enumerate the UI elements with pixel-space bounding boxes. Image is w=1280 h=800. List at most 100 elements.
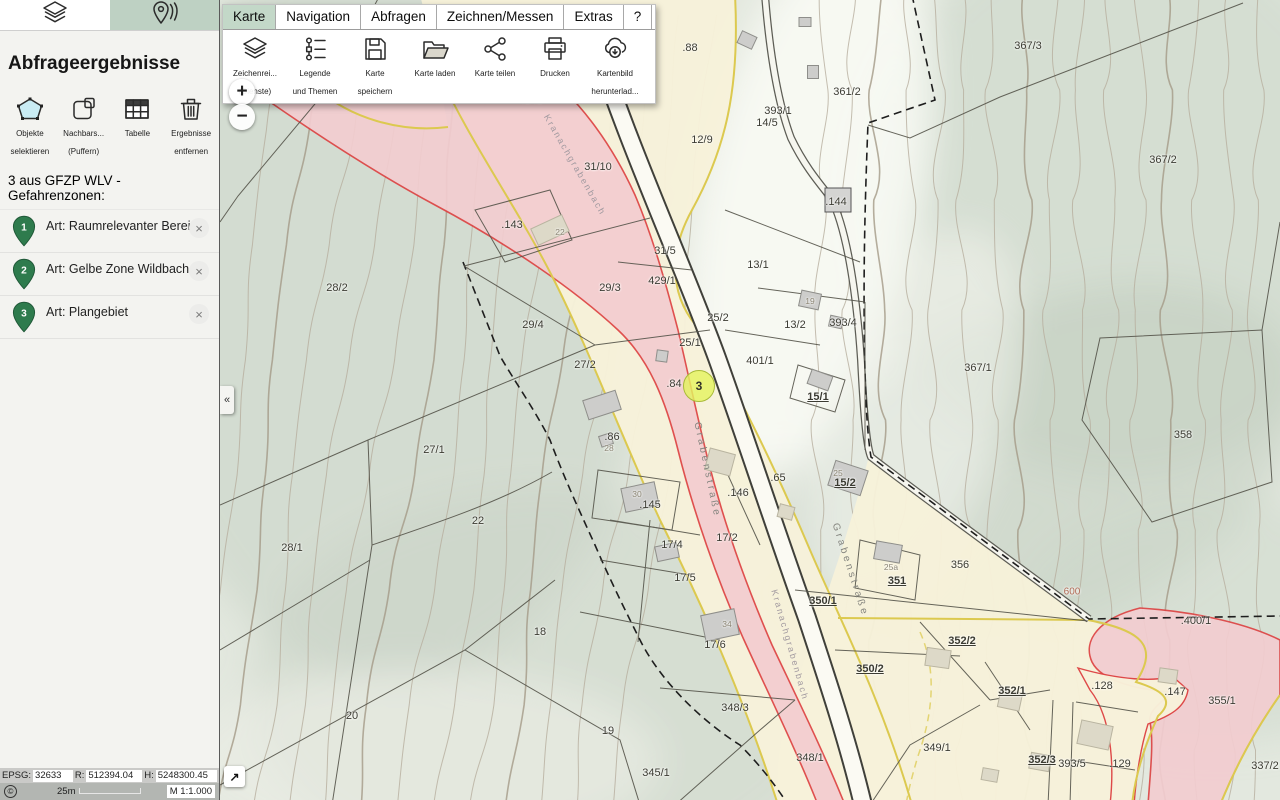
panel-title: Abfrageergebnisse <box>0 44 219 79</box>
tool-label: Objekte selektieren <box>11 129 50 156</box>
scale-line <box>79 786 141 794</box>
folder-tool-button[interactable]: Karte laden <box>405 35 465 99</box>
parcel-label: 393/5 <box>1058 758 1086 770</box>
scale-length-label: 25m <box>57 786 75 797</box>
select-polygon-button[interactable]: Objekte selektieren <box>4 95 56 159</box>
save-tool-button[interactable]: Karte speichern <box>345 35 405 99</box>
parcel-label: 13/1 <box>747 259 768 271</box>
parcel-label: 429/1 <box>648 275 676 287</box>
zoom-out-button[interactable]: − <box>229 104 255 130</box>
parcel-label: 367/3 <box>1014 40 1042 52</box>
parcel-label: 28 <box>604 443 613 453</box>
parcel-label: 28/1 <box>281 542 302 554</box>
parcel-label: 27/2 <box>574 359 595 371</box>
result-item-3[interactable]: 3Art: Plangebiet× <box>0 296 219 339</box>
r-coordinate-value[interactable]: 512394.04 <box>86 770 142 782</box>
result-pin-icon: 1 <box>12 215 36 252</box>
parcel-label: .129 <box>1109 758 1130 770</box>
map-viewport[interactable]: .88367/3361/2393/114/5367/212/9.14228/33… <box>220 0 1280 800</box>
results-toolbar: Objekte selektieren Nachbars... (Puffern)… <box>0 91 219 159</box>
menu-tab-navigation[interactable]: Navigation <box>276 5 361 29</box>
parcel-label: 350/1 <box>809 595 837 607</box>
print-tool-button[interactable]: Drucken <box>525 35 585 99</box>
epsg-value[interactable]: 32633 <box>33 770 73 782</box>
parcel-label: 367/2 <box>1149 154 1177 166</box>
menu-tab-zeichnen-messen[interactable]: Zeichnen/Messen <box>437 5 565 29</box>
parcel-label: 27/1 <box>423 444 444 456</box>
r-label: R: <box>75 770 85 781</box>
parcel-label: 348/1 <box>796 752 824 764</box>
menu-tab-[interactable]: ? <box>624 5 653 29</box>
menu-tab-karte[interactable]: Karte <box>223 5 276 29</box>
tool-label: Legende und Themen <box>293 69 338 96</box>
copyright-icon[interactable]: © <box>4 785 17 798</box>
parcel-label: 25/2 <box>707 312 728 324</box>
parcel-label: 22 <box>555 227 564 237</box>
parcel-label: .400/1 <box>1181 615 1212 627</box>
result-item-2[interactable]: 2Art: Gelbe Zone Wildbach× <box>0 253 219 296</box>
parcel-label: 352/3 <box>1028 754 1056 766</box>
folder-icon <box>405 35 465 63</box>
sidebar: Abfrageergebnisse Objekte selektieren Nac… <box>0 0 220 800</box>
h-label: H: <box>144 770 154 781</box>
svg-text:3: 3 <box>21 309 27 320</box>
parcel-label: 25a <box>884 562 898 572</box>
parcel-label: .128 <box>1091 680 1112 692</box>
zoom-in-button[interactable]: + <box>229 79 255 105</box>
parcel-label: .147 <box>1164 686 1185 698</box>
layers-icon <box>40 0 70 31</box>
parcel-label: 29/3 <box>599 282 620 294</box>
buffer-icon <box>58 95 110 123</box>
menu-tab-bar: KarteNavigationAbfragenZeichnen/MessenEx… <box>223 5 655 30</box>
map-canvas[interactable] <box>220 0 1280 800</box>
sidebar-tab-layers[interactable] <box>0 0 110 30</box>
parcel-label: .88 <box>682 42 697 54</box>
share-tool-button[interactable]: Karte teilen <box>465 35 525 99</box>
expand-icon: ↗ <box>229 770 239 784</box>
tool-label: Tabelle <box>125 129 150 138</box>
parcel-label: 19 <box>805 296 814 306</box>
parcel-label: 15/1 <box>807 391 828 403</box>
parcel-label: 15/2 <box>834 477 855 489</box>
table-button[interactable]: Tabelle <box>112 95 164 159</box>
expand-button[interactable]: ↗ <box>224 766 245 787</box>
sidebar-collapse-button[interactable]: « <box>220 386 234 414</box>
parcel-label: 352/1 <box>998 685 1026 697</box>
result-close-button[interactable]: × <box>189 261 209 281</box>
legend-tool-button[interactable]: Legende und Themen <box>285 35 345 99</box>
parcel-label: 31/10 <box>584 161 612 173</box>
parcel-label: .146 <box>727 487 748 499</box>
h-coordinate-value[interactable]: 5248300.45 <box>156 770 217 782</box>
parcel-label: 30 <box>632 489 641 499</box>
parcel-label: 337/2 <box>1251 760 1279 772</box>
scale-ratio-value[interactable]: M 1:1.000 <box>167 785 215 798</box>
parcel-label: 361/2 <box>833 86 861 98</box>
svg-text:1: 1 <box>21 223 27 234</box>
buffer-button[interactable]: Nachbars... (Puffern) <box>58 95 110 159</box>
parcel-label: 25/1 <box>679 337 700 349</box>
result-pin-icon: 2 <box>12 258 36 295</box>
save-icon <box>345 35 405 63</box>
download-icon <box>585 35 645 63</box>
result-close-button[interactable]: × <box>189 218 209 238</box>
download-tool-button[interactable]: Kartenbild herunterlad... <box>585 35 645 99</box>
sidebar-tab-results[interactable] <box>110 0 220 30</box>
parcel-label: 19 <box>602 725 614 737</box>
result-item-1[interactable]: 1Art: Raumrelevanter Bereich× <box>0 209 219 253</box>
parcel-label: 18 <box>534 626 546 638</box>
tool-label: Karte laden <box>415 69 456 78</box>
parcel-label: 356 <box>951 559 969 571</box>
parcel-label: 29/4 <box>522 319 543 331</box>
trash-button[interactable]: Ergebnisse entfernen <box>165 95 217 159</box>
parcel-label: 350/2 <box>856 663 884 675</box>
parcel-label: .86 <box>604 431 619 443</box>
result-marker-3[interactable]: 3 <box>683 370 715 402</box>
menu-tab-abfragen[interactable]: Abfragen <box>361 5 437 29</box>
result-close-button[interactable]: × <box>189 304 209 324</box>
parcel-label: .84 <box>666 378 681 390</box>
layers-icon <box>225 35 285 63</box>
tool-label: Ergebnisse entfernen <box>171 129 211 156</box>
parcel-label: 22 <box>472 515 484 527</box>
menu-tab-extras[interactable]: Extras <box>564 5 623 29</box>
results-list: 1Art: Raumrelevanter Bereich×2Art: Gelbe… <box>0 209 219 339</box>
